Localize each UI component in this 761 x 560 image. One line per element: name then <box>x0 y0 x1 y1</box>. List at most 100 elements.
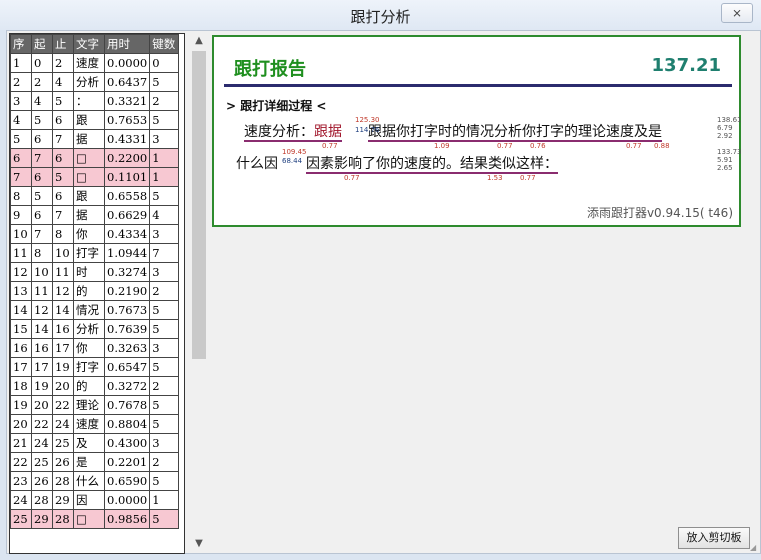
table-row[interactable]: 1 0 2 速度 0.0000 0 <box>10 53 180 73</box>
table-row[interactable]: 6 7 6 □ 0.2200 1 <box>10 148 180 168</box>
scroll-down-icon[interactable]: ▼ <box>191 536 207 552</box>
table-row[interactable]: 18 19 20 的 0.3272 2 <box>10 376 180 396</box>
cell-start: 12 <box>31 300 53 320</box>
cell-text: 什么 <box>73 471 105 491</box>
cell-time: 0.3321 <box>103 91 151 111</box>
cell-end: 12 <box>52 281 74 301</box>
cell-end: 7 <box>52 205 74 225</box>
line2-lead: 什么因 <box>236 156 278 172</box>
annot-b8: 2.65 <box>717 164 733 172</box>
cell-keys: 5 <box>149 471 180 491</box>
table-row[interactable]: 7 6 5 □ 0.1101 1 <box>10 167 180 187</box>
table-scrollbar[interactable]: ▲ ▼ <box>191 33 207 552</box>
cell-start: 28 <box>31 490 53 510</box>
cell-keys: 5 <box>149 319 180 339</box>
annot-b6: 133.73 <box>717 148 742 156</box>
cell-index: 12 <box>10 262 32 282</box>
cell-index: 18 <box>10 376 32 396</box>
table-row[interactable]: 3 4 5： 0.3321 2 <box>10 91 180 111</box>
line1-text: 跟据你打字时的情况分析你打字的理论速度及是 <box>368 124 662 142</box>
cell-keys: 3 <box>149 433 180 453</box>
cell-keys: 1 <box>149 490 180 510</box>
cell-index: 22 <box>10 452 32 472</box>
table-row[interactable]: 17 17 19 打字 0.6547 5 <box>10 357 180 377</box>
cell-index: 25 <box>10 509 32 529</box>
cell-start: 6 <box>31 205 53 225</box>
header-end[interactable]: 止 <box>52 34 74 54</box>
table-row[interactable]: 9 6 7 据 0.6629 4 <box>10 205 180 225</box>
cell-keys: 0 <box>149 53 180 73</box>
cell-time: 0.6437 <box>103 72 151 92</box>
cell-text: 打字 <box>73 243 105 263</box>
cell-keys: 5 <box>149 357 180 377</box>
header-index[interactable]: 序 <box>10 34 32 54</box>
table-row[interactable]: 24 28 29 因 0.0000 1 <box>10 490 180 510</box>
cell-text: □ <box>73 167 105 187</box>
segment-grid: 序 起 止 文字 用时 键数 1 0 2 速度 0.0000 0 2 2 4 分析 0.6437 5 3… <box>10 34 180 529</box>
copy-to-clipboard-button[interactable]: 放入剪切板 <box>678 527 750 549</box>
cell-start: 5 <box>31 186 53 206</box>
table-row[interactable]: 14 12 14 情况 0.7673 5 <box>10 300 180 320</box>
table-row[interactable]: 23 26 28 什么 0.6590 5 <box>10 471 180 491</box>
cell-time: 0.8804 <box>103 414 151 434</box>
cell-time: 0.6629 <box>103 205 151 225</box>
cell-text: 速度 <box>73 414 105 434</box>
line1-lead: 速度分析： <box>244 124 314 142</box>
report-panel: 跟打报告 137.21 > 跟打详细过程 < 速度分析：跟据 跟据你打字时的情况分… <box>212 35 742 227</box>
cell-time: 0.0000 <box>103 490 151 510</box>
header-time[interactable]: 用时 <box>103 34 151 54</box>
table-row[interactable]: 4 5 6 跟 0.7653 5 <box>10 110 180 130</box>
header-text[interactable]: 文字 <box>73 34 105 54</box>
header-keys[interactable]: 键数 <box>149 34 180 54</box>
table-row[interactable]: 16 16 17 你 0.3263 3 <box>10 338 180 358</box>
cell-start: 6 <box>31 129 53 149</box>
annot-a6: 0.76 <box>530 142 546 150</box>
cell-start: 16 <box>31 338 53 358</box>
cell-time: 0.4334 <box>103 224 151 244</box>
table-row[interactable]: 19 20 22 理论 0.7678 5 <box>10 395 180 415</box>
cell-text: 据 <box>73 129 105 149</box>
header-start[interactable]: 起 <box>31 34 53 54</box>
close-button[interactable]: ⨯ <box>721 3 753 23</box>
cell-end: 28 <box>52 509 74 529</box>
cell-time: 0.2201 <box>103 452 151 472</box>
table-row[interactable]: 12 10 11 时 0.3274 3 <box>10 262 180 282</box>
cell-end: 26 <box>52 452 74 472</box>
table-row[interactable]: 15 14 16 分析 0.7639 5 <box>10 319 180 339</box>
table-row[interactable]: 11 8 10 打字 1.0944 7 <box>10 243 180 263</box>
annot-b1: 109.45 <box>282 148 307 156</box>
scroll-thumb[interactable] <box>192 51 206 359</box>
line1-error: 跟据 <box>314 124 342 142</box>
table-row[interactable]: 10 7 8 你 0.4334 3 <box>10 224 180 244</box>
cell-start: 19 <box>31 376 53 396</box>
table-row[interactable]: 21 24 25 及 0.4300 3 <box>10 433 180 453</box>
table-row[interactable]: 20 22 24 速度 0.8804 5 <box>10 414 180 434</box>
annot-a1: 125.30 <box>355 116 380 124</box>
table-row[interactable]: 2 2 4 分析 0.6437 5 <box>10 72 180 92</box>
cell-keys: 3 <box>149 338 180 358</box>
window-client: 序 起 止 文字 用时 键数 1 0 2 速度 0.0000 0 2 2 4 分析 0.6437 5 3… <box>6 30 761 554</box>
table-header-row: 序 起 止 文字 用时 键数 <box>10 34 180 54</box>
table-row[interactable]: 5 6 7 据 0.4331 3 <box>10 129 180 149</box>
annot-a10: 6.79 <box>717 124 733 132</box>
cell-keys: 3 <box>149 224 180 244</box>
cell-start: 0 <box>31 53 53 73</box>
cell-start: 6 <box>31 167 53 187</box>
cell-index: 13 <box>10 281 32 301</box>
segment-table: 序 起 止 文字 用时 键数 1 0 2 速度 0.0000 0 2 2 4 分析 0.6437 5 3… <box>9 33 185 554</box>
table-row[interactable]: 25 29 28 □ 0.9856 5 <box>10 509 180 529</box>
window-title: 跟打分析 <box>350 8 411 26</box>
table-row[interactable]: 22 25 26 是 0.2201 2 <box>10 452 180 472</box>
cell-end: 4 <box>52 72 74 92</box>
cell-index: 17 <box>10 357 32 377</box>
table-row[interactable]: 8 5 6 跟 0.6558 5 <box>10 186 180 206</box>
cell-time: 0.6558 <box>103 186 151 206</box>
cell-time: 0.4300 <box>103 433 151 453</box>
cell-start: 25 <box>31 452 53 472</box>
table-row[interactable]: 13 11 12 的 0.2190 2 <box>10 281 180 301</box>
cell-index: 19 <box>10 395 32 415</box>
resize-grip-icon[interactable]: ◢ <box>750 543 760 553</box>
cell-index: 7 <box>10 167 32 187</box>
scroll-up-icon[interactable]: ▲ <box>191 33 207 49</box>
title-bar: 跟打分析 ⨯ <box>0 0 761 30</box>
